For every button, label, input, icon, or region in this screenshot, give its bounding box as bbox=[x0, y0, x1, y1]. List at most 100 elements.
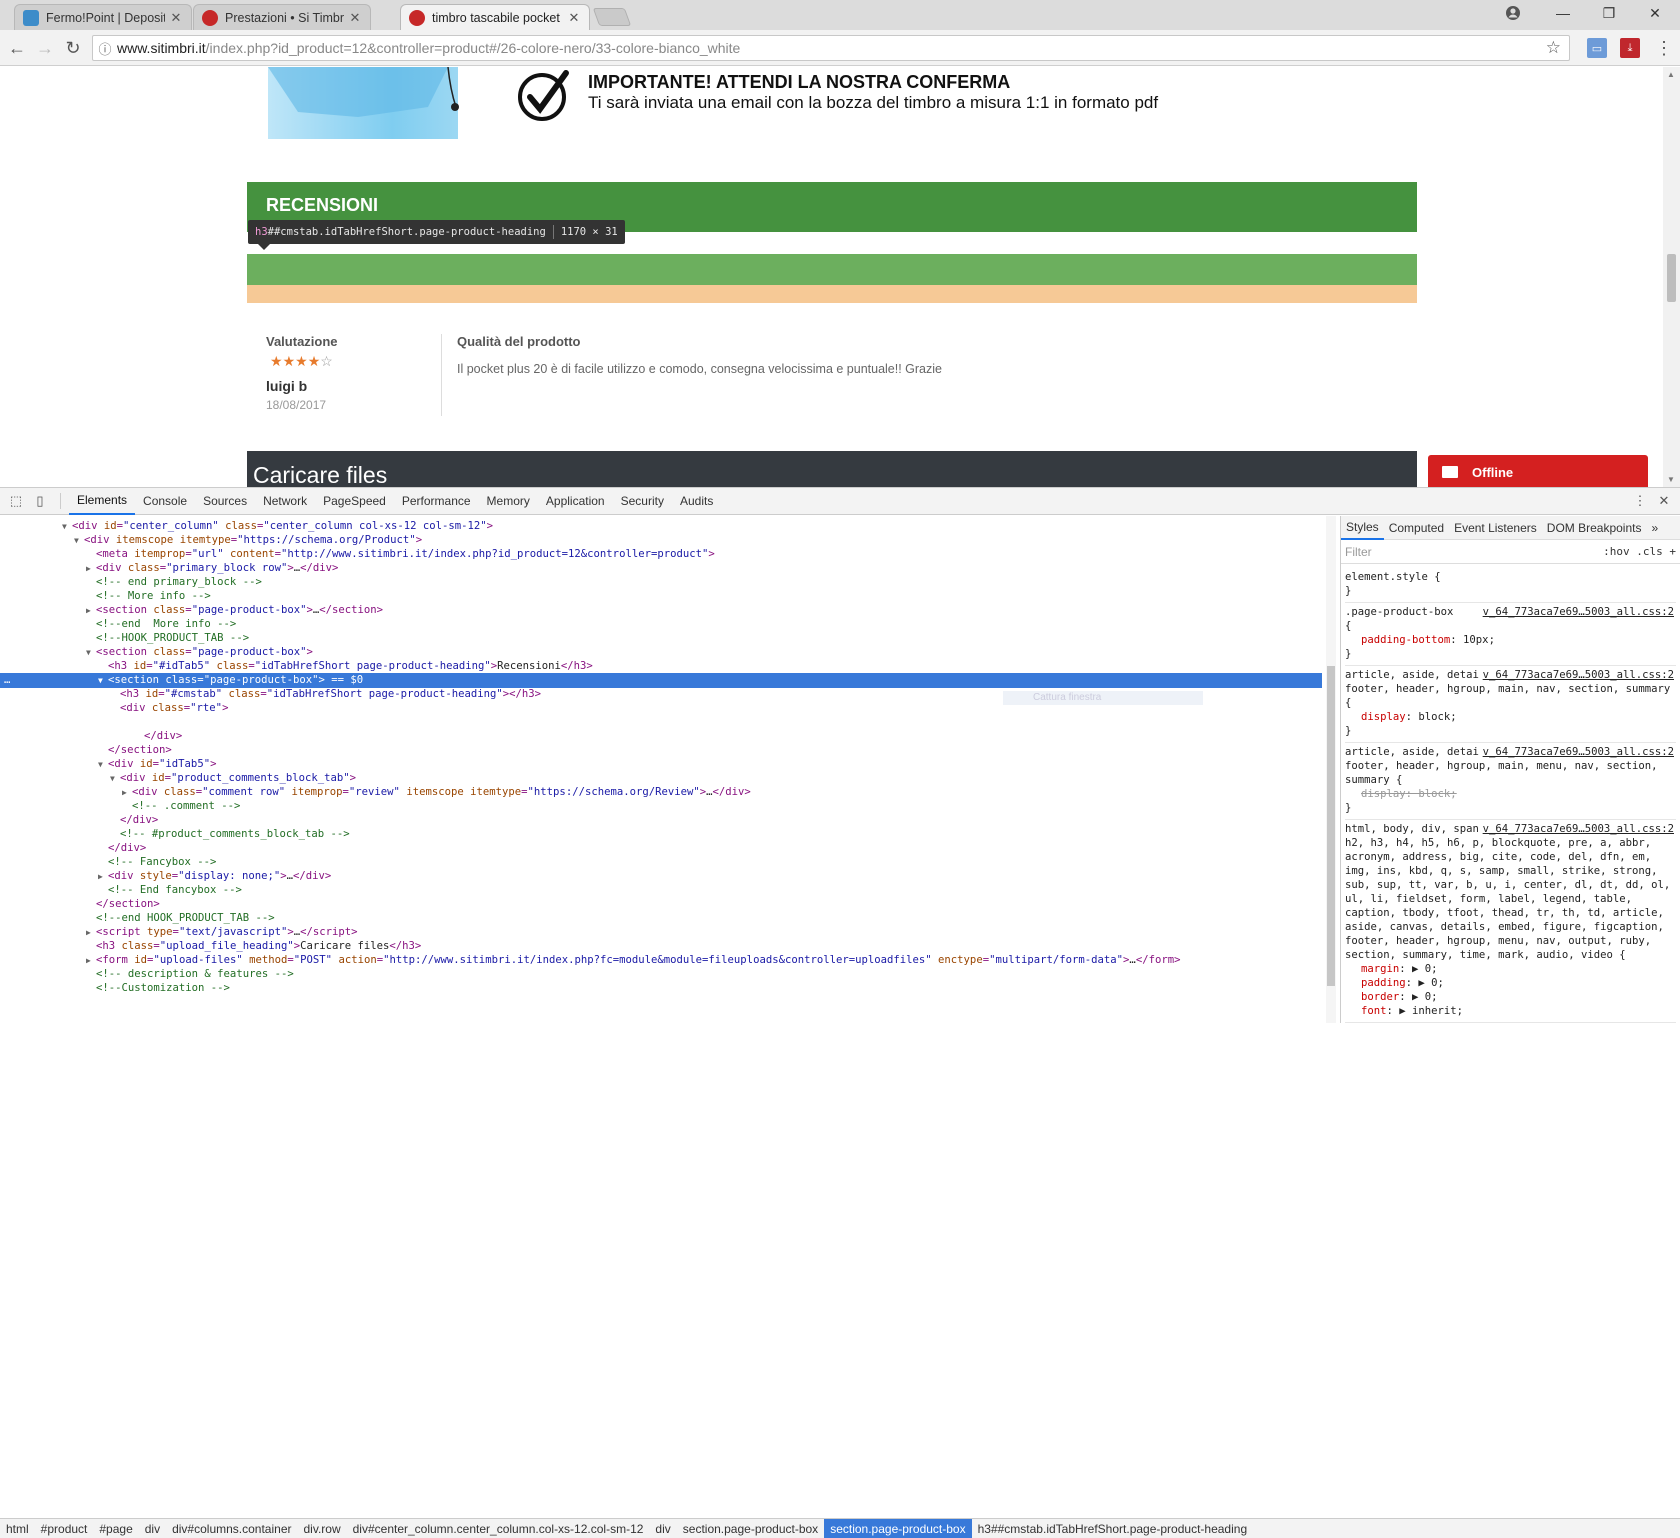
expand-arrow-icon[interactable]: ▼ bbox=[110, 771, 120, 786]
browser-tab-active[interactable]: timbro tascabile pocket s ✕ bbox=[400, 4, 590, 30]
dom-node[interactable]: </section> bbox=[0, 897, 1322, 912]
devtools-close-icon[interactable]: ✕ bbox=[1652, 488, 1676, 515]
dom-node[interactable]: <!-- .comment --> bbox=[0, 799, 1322, 814]
breadcrumb-item[interactable]: h3##cmstab.idTabHrefShort.page-product-h… bbox=[972, 1519, 1254, 1538]
dom-node[interactable]: ▼<div itemscope itemtype="https://schema… bbox=[0, 533, 1322, 548]
dom-node[interactable]: </div> bbox=[0, 841, 1322, 856]
expand-arrow-icon[interactable]: ▶ bbox=[86, 953, 96, 968]
breadcrumb-item[interactable]: div bbox=[139, 1519, 166, 1538]
breadcrumb-item[interactable]: div.row bbox=[298, 1519, 347, 1538]
expand-arrow-icon[interactable]: ▶ bbox=[86, 925, 96, 940]
styles-filter-input[interactable]: Filter :hov .cls + bbox=[1341, 540, 1680, 564]
dom-node-selected[interactable]: ▼<section class="page-product-box"> == $… bbox=[0, 673, 1322, 688]
style-rule[interactable]: article, aside, details, figcaption, fig… bbox=[1345, 666, 1676, 743]
dom-node[interactable] bbox=[0, 715, 1322, 730]
dom-node[interactable]: </div> bbox=[0, 813, 1322, 828]
dom-node[interactable]: </section> bbox=[0, 743, 1322, 758]
breadcrumb-item[interactable]: div#columns.container bbox=[166, 1519, 297, 1538]
maximize-button[interactable]: ❐ bbox=[1586, 0, 1632, 26]
dom-node[interactable]: ▶<script type="text/javascript">…</scrip… bbox=[0, 925, 1322, 940]
chat-offline-button[interactable]: Offline bbox=[1428, 455, 1648, 487]
close-tab-icon[interactable]: ✕ bbox=[169, 10, 183, 26]
css-property[interactable]: display: block; bbox=[1345, 787, 1676, 801]
styles-tab-event-listeners[interactable]: Event Listeners bbox=[1449, 516, 1542, 540]
breadcrumb-item[interactable]: section.page-product-box bbox=[824, 1519, 971, 1538]
devtools-tab-elements[interactable]: Elements bbox=[69, 488, 135, 515]
devtools-tab-application[interactable]: Application bbox=[538, 488, 613, 515]
dom-node[interactable]: <!-- description & features --> bbox=[0, 967, 1322, 982]
devtools-tab-security[interactable]: Security bbox=[613, 488, 672, 515]
css-property[interactable]: padding-bottom: 10px; bbox=[1345, 633, 1676, 647]
rule-source-link[interactable]: v_64_773aca7e69…5003_all.css:2 bbox=[1479, 668, 1674, 682]
device-toolbar-icon[interactable]: ▯ bbox=[28, 488, 52, 515]
page-scrollbar[interactable]: ▲ ▼ bbox=[1663, 67, 1680, 487]
dom-node[interactable]: <h3 class="upload_file_heading">Caricare… bbox=[0, 939, 1322, 954]
dom-node[interactable]: ▼<div id="center_column" class="center_c… bbox=[0, 519, 1322, 534]
breadcrumb-item[interactable]: section.page-product-box bbox=[677, 1519, 824, 1538]
style-rule[interactable]: html, body, div, span, applet, object, i… bbox=[1345, 820, 1676, 1023]
profile-icon[interactable] bbox=[1490, 0, 1536, 26]
devtools-tab-pagespeed[interactable]: PageSpeed bbox=[315, 488, 394, 515]
address-bar[interactable]: ⓘ www.sitimbri.it /index.php?id_product=… bbox=[92, 35, 1570, 61]
more-tabs-icon[interactable]: » bbox=[1646, 516, 1663, 540]
dom-node[interactable]: <!--end More info --> bbox=[0, 617, 1322, 632]
browser-tab[interactable]: Fermo!Point | Deposito p ✕ bbox=[14, 4, 192, 30]
style-rule[interactable]: article, aside, details, figcaption, fig… bbox=[1345, 743, 1676, 820]
dom-node[interactable]: ▶<section class="page-product-box">…</se… bbox=[0, 603, 1322, 618]
breadcrumb-item[interactable]: #product bbox=[35, 1519, 94, 1538]
new-tab-button[interactable] bbox=[593, 8, 632, 26]
dom-node[interactable]: <!-- Fancybox --> bbox=[0, 855, 1322, 870]
filter-toggles[interactable]: :hov .cls + bbox=[1603, 545, 1676, 559]
back-icon[interactable]: ← bbox=[5, 36, 29, 60]
dom-node[interactable]: <!-- #product_comments_block_tab --> bbox=[0, 827, 1322, 842]
styles-tab-dom-breakpoints[interactable]: DOM Breakpoints bbox=[1542, 516, 1647, 540]
expand-arrow-icon[interactable]: ▶ bbox=[122, 785, 132, 800]
dom-node[interactable]: <!-- End fancybox --> bbox=[0, 883, 1322, 898]
reload-icon[interactable]: ↻ bbox=[61, 36, 85, 60]
inspect-element-icon[interactable]: ⬚ bbox=[4, 488, 28, 515]
close-tab-icon[interactable]: ✕ bbox=[567, 10, 581, 26]
menu-icon[interactable]: ⋮ bbox=[1652, 36, 1676, 60]
dom-node[interactable]: ▶<div class="comment row" itemprop="revi… bbox=[0, 785, 1322, 800]
dom-node[interactable]: ▼<div id="product_comments_block_tab"> bbox=[0, 771, 1322, 786]
style-rule[interactable]: element.style {} bbox=[1345, 568, 1676, 603]
dom-node[interactable]: <h3 id="#idTab5" class="idTabHrefShort p… bbox=[0, 659, 1322, 674]
close-tab-icon[interactable]: ✕ bbox=[348, 10, 362, 26]
devtools-tab-network[interactable]: Network bbox=[255, 488, 315, 515]
dom-node[interactable]: ▶<form id="upload-files" method="POST" a… bbox=[0, 953, 1322, 968]
devtools-tab-console[interactable]: Console bbox=[135, 488, 195, 515]
breadcrumb-item[interactable]: div#center_column.center_column.col-xs-1… bbox=[347, 1519, 650, 1538]
expand-arrow-icon[interactable]: ▼ bbox=[98, 757, 108, 772]
dom-node[interactable]: <!-- end primary_block --> bbox=[0, 575, 1322, 590]
dom-node[interactable]: <!--end HOOK_PRODUCT_TAB --> bbox=[0, 911, 1322, 926]
css-property[interactable]: margin: ▶ 0; bbox=[1345, 962, 1676, 976]
styles-tab-styles[interactable]: Styles bbox=[1341, 516, 1384, 540]
breadcrumb-item[interactable]: div bbox=[649, 1519, 676, 1538]
dom-node[interactable]: ▶<div style="display: none;">…</div> bbox=[0, 869, 1322, 884]
dom-node[interactable]: <!--HOOK_PRODUCT_TAB --> bbox=[0, 631, 1322, 646]
minimize-button[interactable]: — bbox=[1540, 0, 1586, 26]
styles-tab-computed[interactable]: Computed bbox=[1384, 516, 1449, 540]
elements-scrollbar[interactable] bbox=[1326, 516, 1336, 1023]
css-property[interactable]: display: block; bbox=[1345, 710, 1676, 724]
devtools-tab-memory[interactable]: Memory bbox=[479, 488, 538, 515]
expand-arrow-icon[interactable]: ▶ bbox=[86, 561, 96, 576]
dom-node[interactable]: </div> bbox=[0, 729, 1322, 744]
expand-arrow-icon[interactable]: ▶ bbox=[86, 603, 96, 618]
browser-tab[interactable]: Prestazioni • Si Timbri ✕ bbox=[193, 4, 371, 30]
css-property[interactable]: font: ▶ inherit; bbox=[1345, 1004, 1676, 1018]
bookmark-star-icon[interactable]: ☆ bbox=[1546, 38, 1561, 58]
css-property[interactable]: border: ▶ 0; bbox=[1345, 990, 1676, 1004]
rule-source-link[interactable]: v_64_773aca7e69…5003_all.css:2 bbox=[1479, 605, 1674, 619]
dom-node[interactable]: ▶<div class="primary_block row">…</div> bbox=[0, 561, 1322, 576]
expand-arrow-icon[interactable]: ▼ bbox=[74, 533, 84, 548]
expand-arrow-icon[interactable]: ▶ bbox=[98, 869, 108, 884]
dom-node[interactable]: <!--Customization --> bbox=[0, 981, 1322, 996]
devtools-tab-performance[interactable]: Performance bbox=[394, 488, 479, 515]
rule-source-link[interactable]: v_64_773aca7e69…5003_all.css:2 bbox=[1479, 745, 1674, 759]
window-close-button[interactable]: ✕ bbox=[1632, 0, 1678, 26]
forward-icon[interactable]: → bbox=[33, 36, 57, 60]
expand-arrow-icon[interactable]: ▼ bbox=[98, 673, 108, 688]
dom-node[interactable]: ▼<section class="page-product-box"> bbox=[0, 645, 1322, 660]
page-scrollbar-thumb[interactable] bbox=[1667, 254, 1676, 302]
